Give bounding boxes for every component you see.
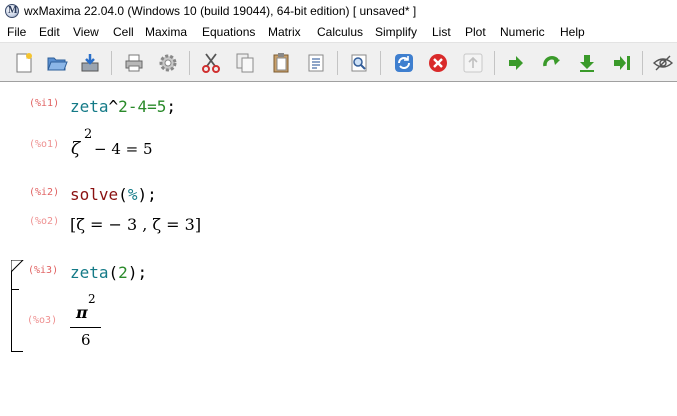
output-3-pi: π: [76, 303, 88, 322]
restart-icon: [395, 54, 413, 72]
select-all-icon: [308, 54, 324, 72]
menu-view[interactable]: View: [73, 25, 99, 39]
open-button[interactable]: [44, 50, 70, 76]
find-icon: [351, 54, 367, 72]
find-button[interactable]: [346, 50, 372, 76]
wxmaxima-app-icon[interactable]: M: [5, 4, 19, 18]
evaluate-step-button[interactable]: [539, 50, 565, 76]
output-1-exponent: 2: [84, 127, 93, 142]
evaluate-icon: [509, 56, 523, 70]
output-1-zeta: ζ: [71, 139, 81, 159]
toolbar-separator: [380, 51, 381, 75]
menu-equations[interactable]: Equations: [202, 25, 255, 39]
output-3-denominator: 6: [81, 331, 91, 349]
menu-numeric[interactable]: Numeric: [500, 25, 545, 39]
input-cell-1[interactable]: zeta^2-4=5;: [70, 97, 176, 116]
menu-help[interactable]: Help: [560, 25, 585, 39]
new-button[interactable]: [11, 50, 37, 76]
evaluate-all-icon: [580, 55, 594, 72]
fraction-bar: [70, 327, 101, 328]
open-icon: [47, 57, 68, 71]
copy-button[interactable]: [232, 50, 258, 76]
cell-bracket-bottom: [11, 351, 23, 352]
output-1-rest: − 4 = 5: [94, 140, 153, 158]
interrupt-icon: [429, 54, 447, 72]
menu-calculus[interactable]: Calculus: [317, 25, 363, 39]
worksheet[interactable]: (%i1) zeta^2-4=5; (%o1) ζ 2 − 4 = 5 (%i2…: [0, 83, 677, 416]
toolbar: [0, 42, 677, 82]
input-cell-3[interactable]: zeta(2);: [70, 263, 147, 282]
menu-matrix[interactable]: Matrix: [268, 25, 301, 39]
toolbar-separator: [189, 51, 190, 75]
interrupt-button[interactable]: [425, 50, 451, 76]
evaluate-step-icon: [543, 56, 560, 67]
settings-button[interactable]: [155, 50, 181, 76]
toolbar-separator: [494, 51, 495, 75]
menu-bar: File Edit View Cell Maxima Equations Mat…: [0, 22, 677, 42]
menu-simplify[interactable]: Simplify: [375, 25, 417, 39]
hide-code-button[interactable]: [650, 50, 676, 76]
restart-maxima-button[interactable]: [391, 50, 417, 76]
toolbar-separator: [642, 51, 643, 75]
paste-button[interactable]: [268, 50, 294, 76]
save-icon: [81, 54, 99, 72]
evaluate-all-button[interactable]: [574, 50, 600, 76]
menu-maxima[interactable]: Maxima: [145, 25, 187, 39]
copy-icon: [236, 53, 254, 73]
hide-icon: [652, 55, 674, 71]
cell-bracket[interactable]: [11, 261, 12, 352]
output-label-2: (%o2): [29, 216, 60, 227]
cut-button[interactable]: [198, 50, 224, 76]
print-icon: [125, 54, 143, 72]
input-cell-2[interactable]: solve(%);: [70, 185, 157, 204]
evaluate-to-end-icon: [614, 56, 630, 70]
cut-icon: [202, 53, 220, 73]
window-title: wxMaxima 22.04.0 (Windows 10 (build 1904…: [24, 4, 417, 18]
evaluate-to-end-button[interactable]: [609, 50, 635, 76]
input-label-2: (%i2): [29, 187, 60, 198]
output-label-3: (%o3): [27, 315, 58, 326]
toolbar-separator: [337, 51, 338, 75]
cell-bracket-divider: [11, 289, 19, 290]
menu-plot[interactable]: Plot: [465, 25, 486, 39]
follow-button[interactable]: [460, 50, 486, 76]
follow-icon: [463, 53, 483, 73]
menu-cell[interactable]: Cell: [113, 25, 134, 39]
menu-list[interactable]: List: [432, 25, 451, 39]
evaluate-cell-button[interactable]: [503, 50, 529, 76]
print-button[interactable]: [121, 50, 147, 76]
save-button[interactable]: [77, 50, 103, 76]
input-label-1: (%i1): [29, 98, 60, 109]
output-label-1: (%o1): [29, 139, 60, 150]
settings-icon: [159, 54, 177, 72]
cell-bracket-fold-icon[interactable]: [11, 260, 25, 274]
input-label-3: (%i3): [28, 265, 59, 276]
toolbar-separator: [111, 51, 112, 75]
new-icon: [16, 53, 32, 73]
paste-icon: [273, 53, 289, 73]
menu-edit[interactable]: Edit: [39, 25, 60, 39]
output-3-exponent: 2: [88, 292, 96, 306]
menu-file[interactable]: File: [7, 25, 26, 39]
title-bar: M wxMaxima 22.04.0 (Windows 10 (build 19…: [0, 0, 677, 22]
output-2-solution: [ζ = − 3 , ζ = 3]: [70, 215, 202, 234]
select-all-button[interactable]: [303, 50, 329, 76]
